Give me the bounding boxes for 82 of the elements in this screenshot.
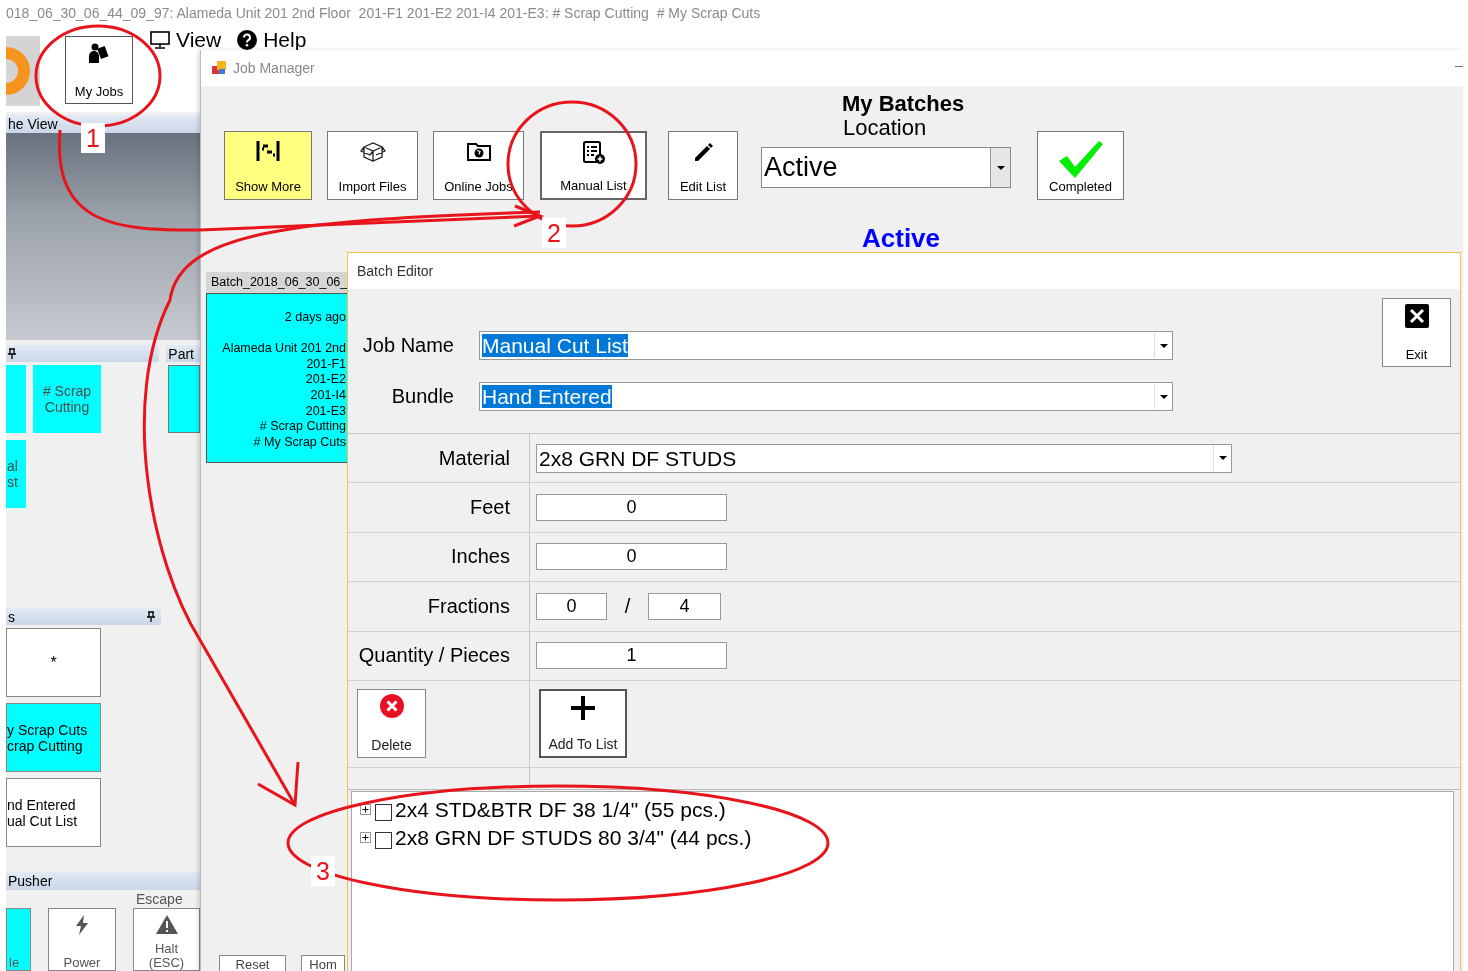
window-title: Batch Editor (348, 253, 1460, 289)
delete-icon (379, 693, 404, 718)
my-jobs-button[interactable]: My Jobs (65, 36, 133, 104)
menu-item[interactable]: View (176, 29, 222, 51)
toolbar-button[interactable]: Show More (224, 131, 312, 200)
tree-item[interactable]: 2x4 STD&BTR DF 38 1/4" (55 pcs.) (395, 797, 726, 822)
lightning-icon (75, 915, 89, 935)
list-tile[interactable]: nd Entered ual Cut List (6, 778, 101, 847)
toolbar-button[interactable]: Online Jobs (433, 131, 524, 200)
annotation-number: 3 (311, 856, 335, 886)
control-button[interactable]: Hom (301, 955, 345, 971)
logo-icon (6, 36, 40, 106)
app-icon (211, 60, 227, 76)
field-label: Quantity / Pieces (358, 644, 510, 668)
control-button[interactable]: le (6, 908, 31, 971)
minimize-icon[interactable] (1455, 66, 1463, 68)
plus-icon (570, 694, 596, 721)
number-field[interactable]: 0 (536, 592, 607, 620)
pin-icon[interactable] (147, 611, 155, 622)
tree-item[interactable]: 2x8 GRN DF STUDS 80 3/4" (44 pcs.) (395, 825, 752, 850)
number-field[interactable]: 0 (536, 494, 727, 522)
combo-field[interactable]: Manual Cut List (479, 331, 1173, 360)
list-tile[interactable]: * (6, 628, 101, 697)
checkbox[interactable] (375, 804, 392, 822)
toolbar-button[interactable]: Import Files (327, 131, 418, 200)
menu-item[interactable]: Help (263, 29, 307, 51)
bracket-icon (255, 139, 281, 163)
checkmark-icon (1056, 139, 1105, 179)
material-dropdown[interactable]: 2x8 GRN DF STUDS (536, 443, 1232, 473)
control-button[interactable]: Halt (ESC) (133, 908, 200, 971)
list-add-icon (580, 140, 607, 166)
field-label: Fractions (427, 594, 510, 618)
expand-icon[interactable] (360, 832, 371, 844)
batch-card[interactable]: 2 days ago Alameda Unit 201 2nd 201-F1 201-E2 201-I4 201-E3 # Scrap Cutting # My Scrap Cuts (206, 293, 348, 463)
field-label: Feet (469, 496, 510, 520)
field-label: Job Name (361, 334, 454, 357)
checkbox[interactable] (375, 832, 392, 850)
batch-header: Batch_2018_06_30_06_ (206, 272, 348, 293)
tag-tile[interactable] (168, 365, 200, 433)
location-dropdown[interactable]: Active (761, 147, 1011, 188)
exit-button[interactable]: Exit (1382, 298, 1451, 367)
tag-tile[interactable] (6, 365, 26, 433)
field-label: Location (842, 116, 928, 140)
window-title: 018_06_30_06_44_09_97: Alameda Unit 201 2nd Floor 201-F1 201-E2 201-I4 201-E3: # Scrap Cutting # My Scrap Cuts (5, 4, 762, 23)
panel-title: s (8, 607, 15, 626)
panel-header: Pusher (6, 872, 200, 890)
delete-button[interactable]: Delete (357, 688, 426, 758)
number-field[interactable]: 0 (536, 543, 727, 571)
field-value: Hand Entered (482, 385, 612, 408)
pin-icon[interactable] (8, 348, 16, 359)
add-to-list-button[interactable]: Add To List (539, 688, 627, 758)
close-icon (1404, 304, 1429, 328)
caret-icon (1159, 394, 1168, 399)
combo-field[interactable]: Hand Entered (479, 382, 1173, 411)
monitor-icon (150, 31, 170, 49)
tag-tile[interactable]: al st (6, 440, 26, 508)
panel-header: Part (166, 345, 200, 362)
warning-icon (155, 915, 178, 934)
fraction-separator: / (623, 594, 632, 618)
field-label: Material (438, 446, 510, 470)
number-field[interactable]: 1 (536, 642, 727, 670)
control-button[interactable]: Power (48, 908, 116, 971)
person-icon (88, 43, 110, 63)
tag-tile[interactable]: # Scrap Cutting (33, 365, 101, 433)
field-label: Bundle (390, 385, 454, 408)
caret-icon (996, 165, 1005, 170)
toolbar-button[interactable]: Manual List (540, 131, 647, 200)
field-value: Manual Cut List (482, 334, 628, 357)
annotation-number: 2 (542, 218, 566, 248)
window-title: Job Manager (233, 60, 315, 76)
list-tile[interactable]: y Scrap Cuts crap Cutting (6, 703, 101, 772)
section-label: Escape (135, 890, 184, 908)
number-field[interactable]: 4 (648, 592, 721, 620)
caret-icon (1218, 456, 1227, 461)
section-heading: My Batches (841, 92, 966, 116)
field-label: Inches (451, 545, 510, 569)
status-heading: Active (862, 223, 941, 253)
caret-icon (1159, 343, 1168, 348)
toolbar-button[interactable]: Edit List (668, 131, 738, 200)
completed-button[interactable]: Completed (1037, 131, 1124, 200)
control-button[interactable]: Reset (219, 955, 286, 971)
expand-icon[interactable] (360, 804, 371, 816)
